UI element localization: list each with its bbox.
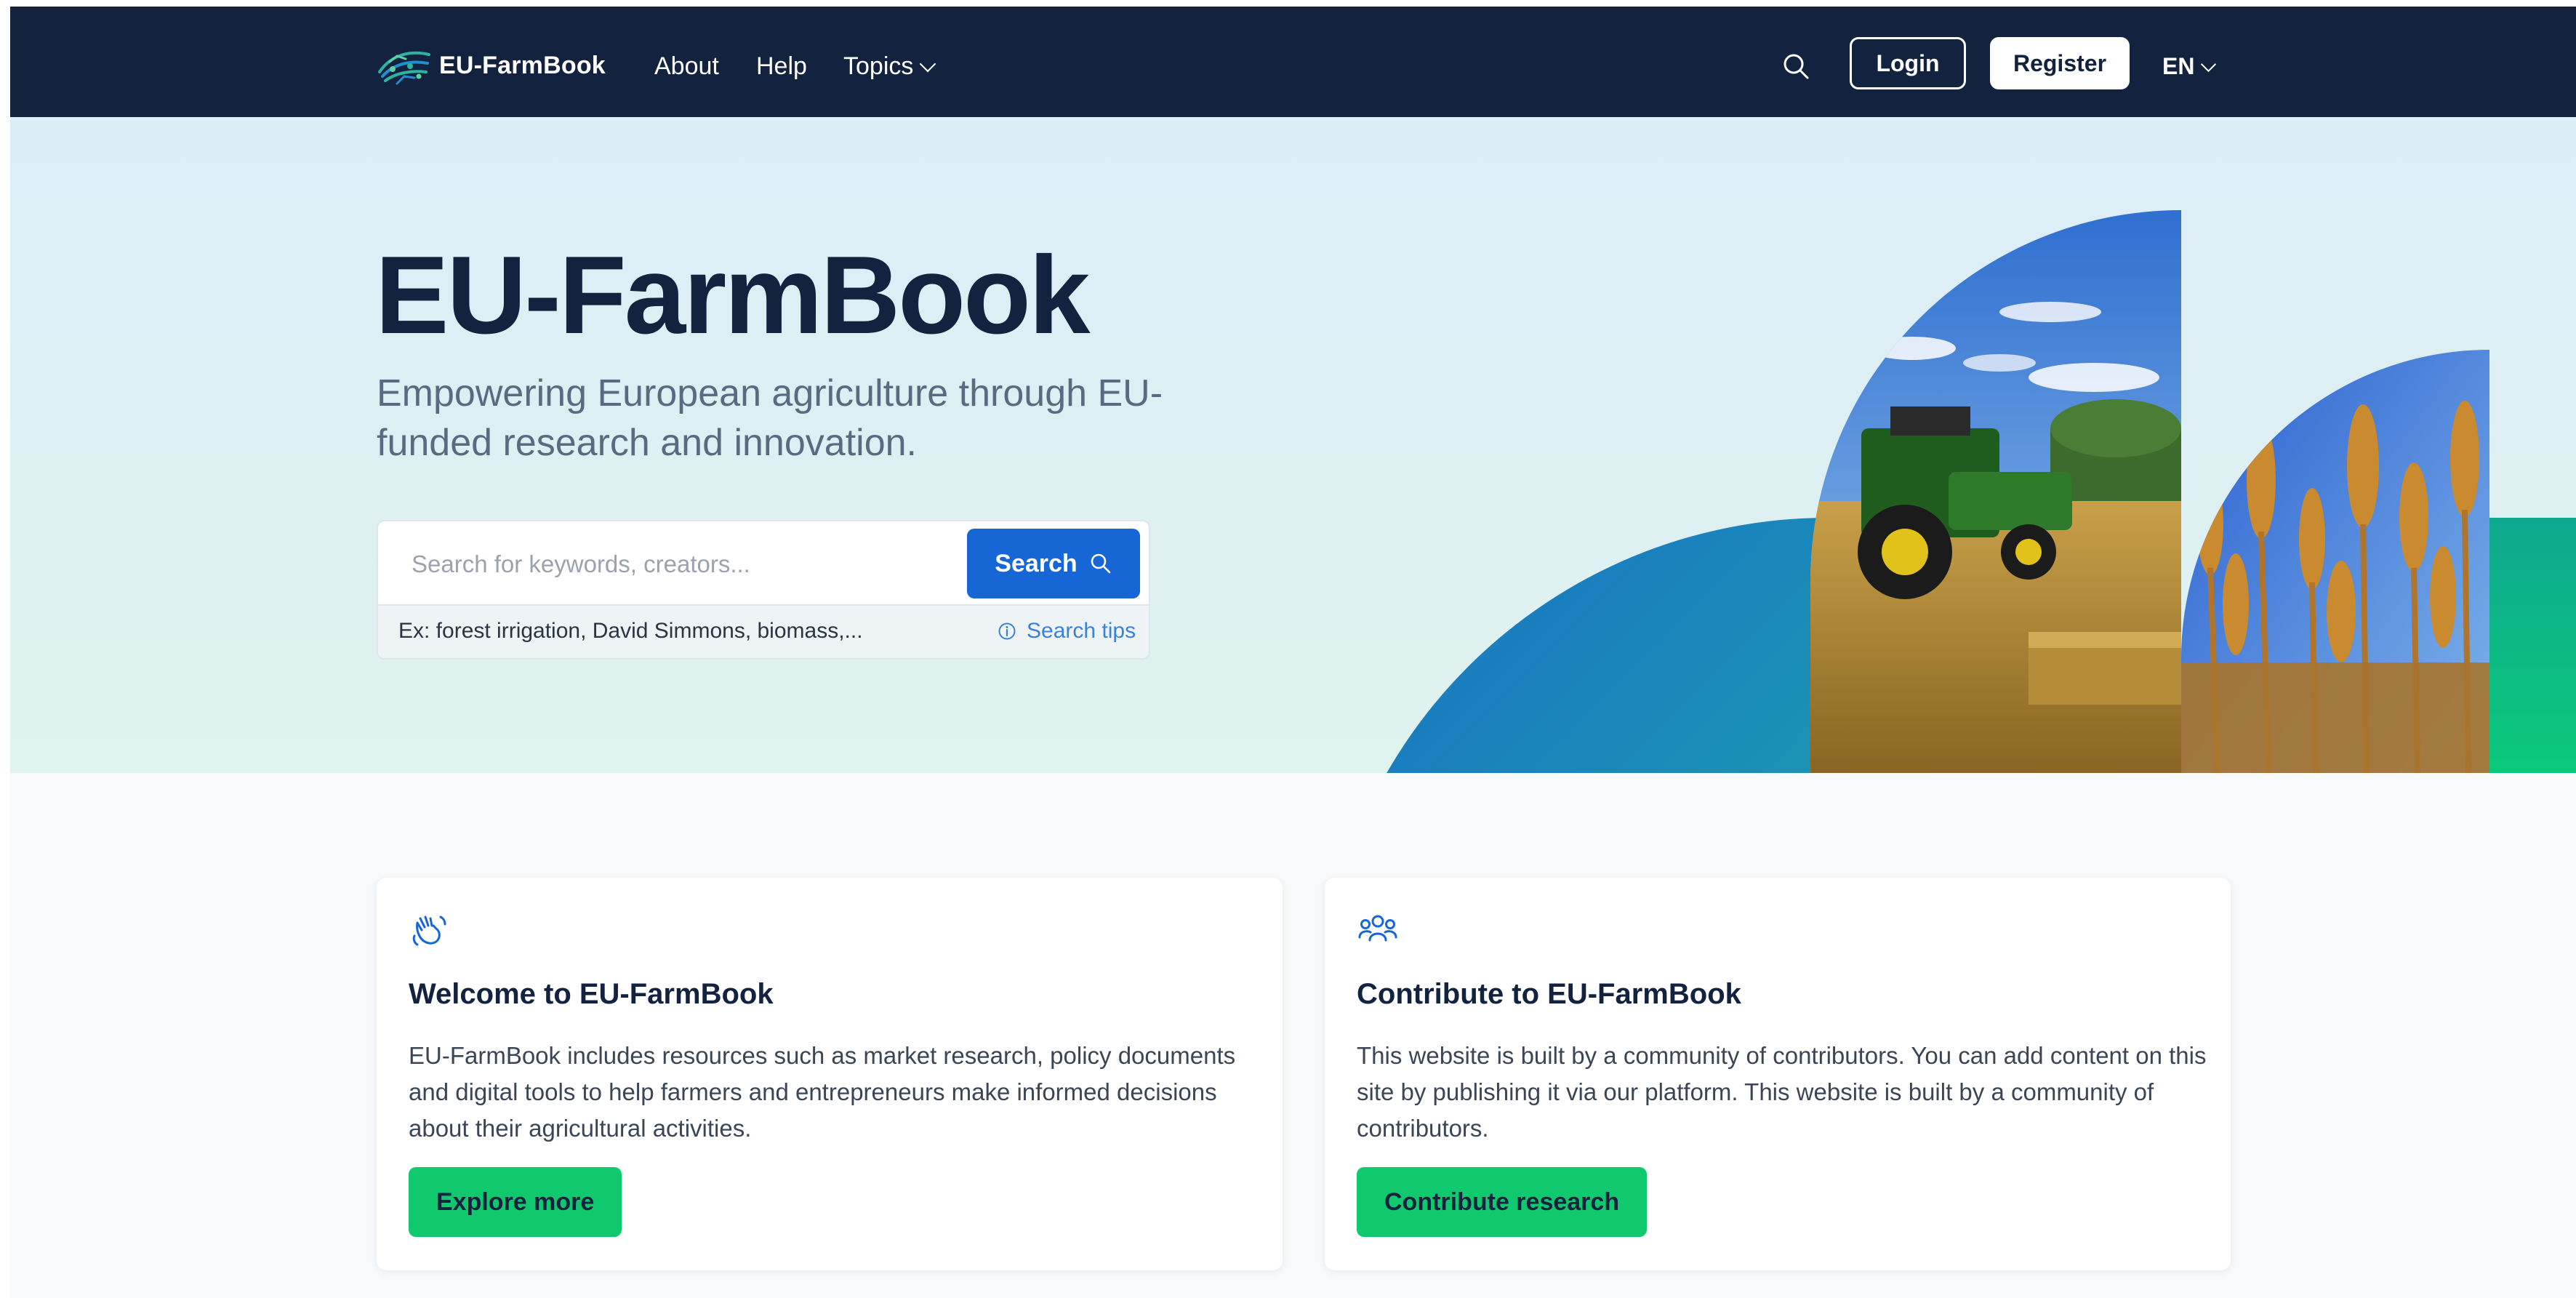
- farmbook-logo-icon: [378, 51, 430, 85]
- search-button[interactable]: Search: [967, 529, 1140, 598]
- info-icon: [998, 622, 1016, 640]
- welcome-card: Welcome to EU-FarmBook EU-FarmBook inclu…: [377, 878, 1283, 1270]
- page: EU-FarmBook About Help Topics Login Regi…: [10, 7, 2576, 1298]
- contribute-card: Contribute to EU-FarmBook This website i…: [1325, 878, 2231, 1270]
- search-icon: [1091, 553, 1111, 574]
- search-field-wrapper: Search: [378, 521, 1149, 606]
- decorative-green-band: [2482, 518, 2576, 773]
- community-icon: [1358, 915, 1397, 942]
- contribute-research-button[interactable]: Contribute research: [1357, 1167, 1648, 1237]
- card-description: This website is built by a community of …: [1357, 1042, 2207, 1142]
- brand-name: EU-FarmBook: [439, 51, 606, 79]
- waving-hand-icon: [412, 916, 446, 946]
- hero-title: EU-FarmBook: [375, 233, 1090, 357]
- search-tips-label: Search tips: [1027, 619, 1136, 643]
- explore-more-button[interactable]: Explore more: [409, 1167, 622, 1237]
- card-title: Contribute to EU-FarmBook: [1357, 978, 1741, 1010]
- search-button-label: Search: [995, 549, 1078, 577]
- hero-section: EU-FarmBook Empowering European agricult…: [10, 117, 2576, 773]
- top-navbar: EU-FarmBook About Help Topics Login Regi…: [10, 7, 2576, 117]
- login-button[interactable]: Login: [1850, 37, 1966, 89]
- chevron-down-icon: [2201, 56, 2217, 73]
- language-label: EN: [2162, 53, 2195, 79]
- register-button[interactable]: Register: [1990, 37, 2130, 89]
- search-input[interactable]: [410, 543, 922, 585]
- nav-topics-dropdown[interactable]: Topics: [843, 52, 936, 81]
- hero-subtitle: Empowering European agriculture through …: [377, 372, 1163, 464]
- nav-topics-label: Topics: [843, 52, 914, 80]
- tractor-field-image: [1810, 210, 2181, 773]
- card-title: Welcome to EU-FarmBook: [409, 978, 774, 1010]
- search-example-text: Ex: forest irrigation, David Simmons, bi…: [398, 619, 863, 643]
- language-selector[interactable]: EN: [2162, 52, 2217, 81]
- brand-logo-link[interactable]: EU-FarmBook: [375, 40, 606, 91]
- search-icon[interactable]: [1780, 50, 1813, 84]
- search-panel: Search Ex: forest irrigation, David Simm…: [377, 520, 1150, 660]
- chevron-down-icon: [920, 55, 936, 73]
- nav-help[interactable]: Help: [756, 52, 807, 81]
- wheat-field-image: [2181, 350, 2489, 773]
- search-tips-link[interactable]: Search tips: [998, 619, 1136, 644]
- nav-about[interactable]: About: [654, 52, 719, 81]
- card-description: EU-FarmBook includes resources such as m…: [409, 1042, 1236, 1142]
